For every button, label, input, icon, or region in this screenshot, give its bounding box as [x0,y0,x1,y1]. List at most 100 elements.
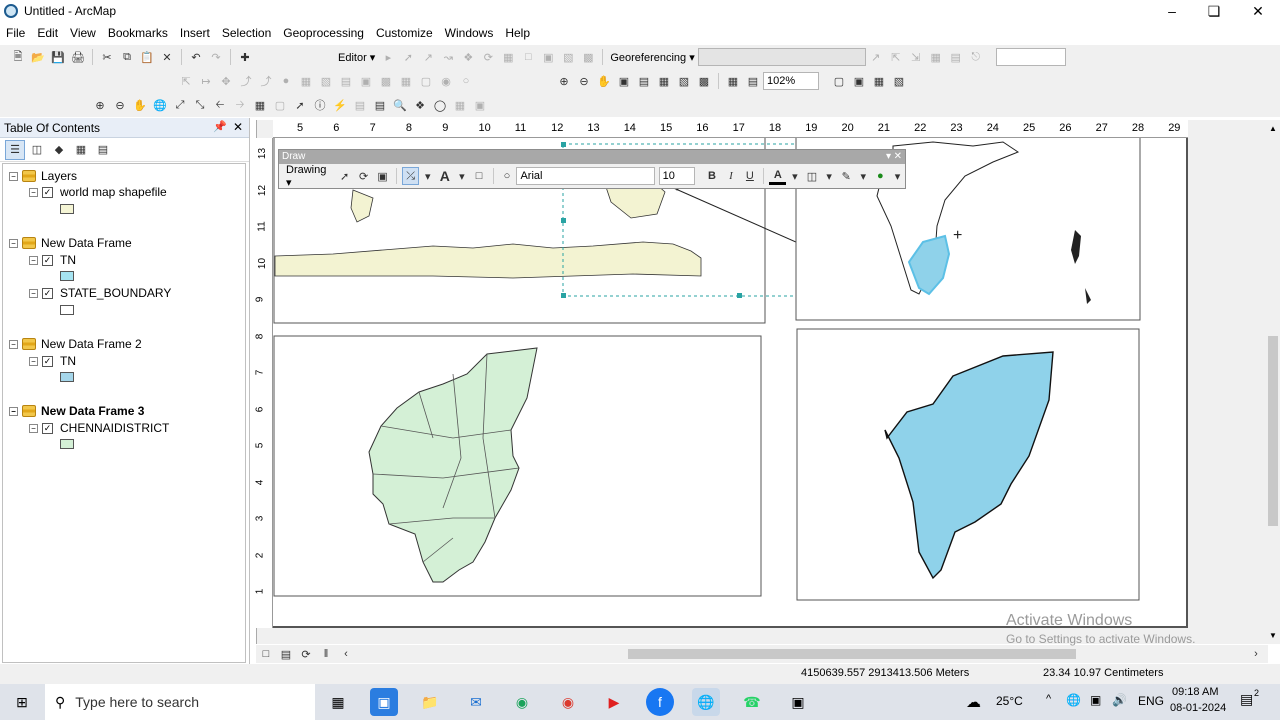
line-color-icon[interactable]: ✎ [838,167,855,185]
toc-options-icon[interactable]: ▤ [93,140,113,160]
store-icon[interactable]: ▣ [370,688,398,716]
line-dropdown-icon[interactable]: ▾ [421,167,434,185]
fixed-zoom-out-icon[interactable]: ⊖ [575,72,593,90]
menu-bookmarks[interactable]: Bookmarks [102,26,174,40]
show-hidden-icons-icon[interactable]: ^ [1046,693,1051,705]
georef-table-icon[interactable]: ▤ [947,48,965,66]
hyperlink-icon[interactable]: ⚡ [331,96,349,114]
data-frame-new[interactable]: − New Data Frame [9,236,132,250]
language-indicator[interactable]: ENG [1138,694,1164,708]
union-icon[interactable]: ▦ [297,72,315,90]
snapping-icon[interactable]: ▧ [559,48,577,66]
go-back-extent-icon[interactable]: ▩ [695,72,713,90]
edit-vertices-icon[interactable]: ▩ [579,48,597,66]
menu-customize[interactable]: Customize [370,26,439,40]
cut-icon[interactable]: ✂ [98,48,116,66]
pin-icon[interactable]: 📌 [213,120,227,133]
scroll-left-icon[interactable]: ‹ [337,645,355,663]
straight-segment-icon[interactable]: ↗ [419,48,437,66]
georef-scale-icon[interactable]: ⇲ [907,48,925,66]
selection-handle[interactable] [561,142,566,147]
html-popup-icon[interactable]: ▤ [351,96,369,114]
georef-shift-icon[interactable]: ⇱ [887,48,905,66]
notifications-icon[interactable]: ▤ [1240,691,1253,708]
zoom-out-icon[interactable]: ⊖ [111,96,129,114]
selection-handle[interactable] [561,293,566,298]
collapse-icon[interactable]: − [29,288,38,298]
font-size-select[interactable]: 10 [658,167,695,185]
forward-icon[interactable]: 🡢 [231,96,249,114]
zoom-100-icon[interactable]: ▤ [635,72,653,90]
layout-view-icon[interactable]: ▤ [277,645,295,663]
collapse-icon[interactable]: − [9,339,18,349]
toolbar-close-icon[interactable]: ✕ [894,150,902,164]
proportion-icon[interactable]: ○ [457,72,475,90]
reshape-icon[interactable]: ◉ [437,72,455,90]
copy-icon[interactable]: ⧉ [118,48,136,66]
menu-edit[interactable]: Edit [31,26,64,40]
trace-icon[interactable]: ↝ [439,48,457,66]
editor-menu[interactable]: Editor ▾ [335,48,378,66]
line-color-dropdown-icon[interactable]: ▾ [857,167,870,185]
taskbar-search[interactable]: ⚲ Type here to search [45,684,315,720]
fixed-zoom-icon[interactable]: ⤢ [171,96,189,114]
task-view-icon[interactable]: ▦ [324,688,352,716]
fillet-icon[interactable]: ⤴ [257,72,275,90]
goto-xy-icon[interactable]: ◯ [431,96,449,114]
weather-icon[interactable]: ☁ [966,693,981,711]
rotate-icon[interactable]: ⟳ [355,167,372,185]
layout-pan-icon[interactable]: ✋ [595,72,613,90]
add-data-icon[interactable]: ✚ [236,48,254,66]
collapse-icon[interactable]: − [9,171,18,181]
zoom-in-icon[interactable]: ⊕ [91,96,109,114]
scroll-right-icon[interactable]: › [1247,645,1265,663]
youtube-icon[interactable]: ▶ [600,688,628,716]
redo-icon[interactable]: ↷ [207,48,225,66]
edit-annotation-icon[interactable]: ➚ [399,48,417,66]
data-frame-layers[interactable]: − Layers [9,169,77,183]
vertical-scroll-thumb[interactable] [1268,336,1278,526]
layer-row[interactable]: − ✓ STATE_BOUNDARY [29,286,171,300]
start-button-icon[interactable]: ⊞ [8,688,36,716]
sketch-icon[interactable]: □ [519,48,537,66]
back-icon[interactable]: 🡠 [211,96,229,114]
split-icon[interactable]: ❖ [459,48,477,66]
search-box[interactable] [995,48,1066,66]
georef-links-icon[interactable]: ▦ [927,48,945,66]
bold-button[interactable]: B [703,167,720,185]
layer-visibility-checkbox[interactable]: ✓ [42,254,53,266]
time-slider-icon[interactable]: ▦ [451,96,469,114]
split-polygon-icon[interactable]: ▩ [377,72,395,90]
italic-button[interactable]: I [722,167,739,185]
minimize-button[interactable]: – [1152,0,1192,22]
font-color-icon[interactable]: A [769,167,787,185]
marker-color-icon[interactable]: ● [872,167,889,185]
select-elements-icon[interactable]: ➚ [291,96,309,114]
edit-tool-icon[interactable]: ▸ [379,48,397,66]
zoom-in-layout-icon[interactable]: ▦ [655,72,673,90]
layer-symbol[interactable] [60,439,74,449]
delete-icon[interactable]: ✕ [158,48,176,66]
layer-row[interactable]: − ✓ CHENNAIDISTRICT [29,421,169,435]
fill-color-icon[interactable]: ◫ [804,167,821,185]
collapse-icon[interactable]: − [29,423,38,433]
battery-icon[interactable]: ▣ [1090,693,1101,707]
layer-symbol[interactable] [60,271,74,281]
close-button[interactable]: ✕ [1238,0,1278,22]
layer-visibility-checkbox[interactable]: ✓ [42,186,53,198]
text-tool-icon[interactable]: A [436,167,453,185]
mail-icon[interactable]: ✉ [462,688,490,716]
refresh-icon[interactable]: ⟳ [297,645,315,663]
open-icon[interactable]: 📂 [29,48,47,66]
menu-geoprocessing[interactable]: Geoprocessing [277,26,370,40]
layer-visibility-checkbox[interactable]: ✓ [42,422,53,434]
layout-page[interactable]: + [273,135,1188,628]
layout-grid-icon[interactable]: ▧ [890,72,908,90]
whatsapp-icon[interactable]: ☎ [738,688,766,716]
edge-icon[interactable]: ◉ [508,688,536,716]
layout-options-icon[interactable]: ▦ [870,72,888,90]
save-icon[interactable]: 💾 [49,48,67,66]
pause-icon[interactable]: ‖ [317,645,335,663]
cut-polygon-icon[interactable]: ▢ [417,72,435,90]
georef-layer-select[interactable] [697,48,866,66]
